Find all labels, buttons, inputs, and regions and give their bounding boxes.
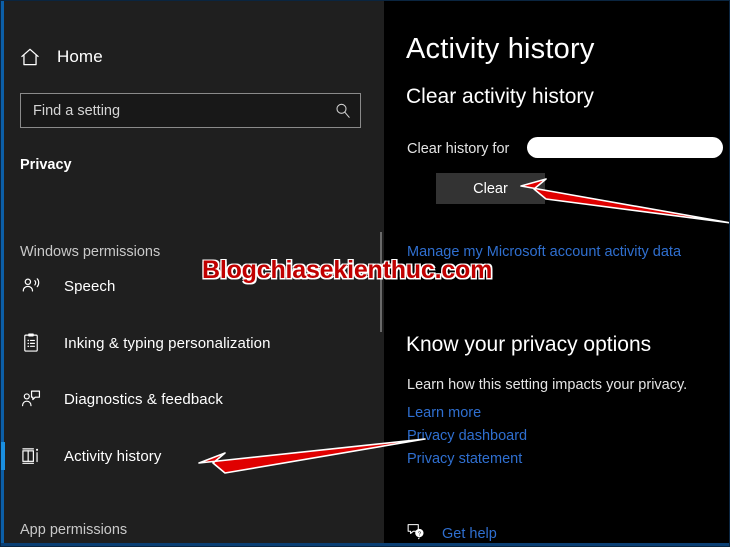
sidebar-item-label: Activity history <box>64 447 162 465</box>
clipboard-icon <box>20 332 46 354</box>
sidebar-group-windows-permissions: Windows permissions <box>20 244 161 260</box>
home-icon <box>19 46 41 68</box>
sidebar-item-home[interactable]: Home <box>19 41 103 73</box>
clear-history-for-label: Clear history for <box>407 141 510 157</box>
sidebar-item-inking-typing-personalization[interactable]: Inking & typing personalization <box>1 323 384 363</box>
sidebar-item-label: Diagnostics & feedback <box>64 390 223 408</box>
settings-window: Home Privacy Windows permissions <box>0 0 730 547</box>
search-box[interactable] <box>20 93 361 128</box>
get-help-row[interactable]: ? Get help <box>406 522 497 545</box>
person-feedback-icon <box>20 388 46 410</box>
know-your-privacy-options-heading: Know your privacy options <box>406 333 652 356</box>
get-help-label[interactable]: Get help <box>442 526 497 542</box>
clear-button[interactable]: Clear <box>436 173 545 204</box>
sidebar-item-label: Inking & typing personalization <box>64 334 271 352</box>
help-chat-icon: ? <box>406 522 426 545</box>
activity-history-icon <box>20 445 46 467</box>
main-content: Activity history Clear activity history … <box>384 1 729 546</box>
sidebar-scrollbar-thumb[interactable] <box>380 232 382 332</box>
clear-activity-history-heading: Clear activity history <box>406 85 594 108</box>
sidebar-item-speech[interactable]: Speech <box>1 266 384 306</box>
sidebar-group-app-permissions: App permissions <box>20 522 128 538</box>
privacy-options-description: Learn how this setting impacts your priv… <box>407 377 688 393</box>
search-input[interactable] <box>21 102 326 119</box>
page-title: Activity history <box>406 33 595 65</box>
search-icon[interactable] <box>326 94 360 127</box>
speech-person-icon <box>20 275 46 297</box>
sidebar-home-label: Home <box>57 47 103 66</box>
sidebar-item-diagnostics-feedback[interactable]: Diagnostics & feedback <box>1 379 384 419</box>
privacy-statement-link[interactable]: Privacy statement <box>407 451 522 467</box>
sidebar-item-activity-history[interactable]: Activity history <box>1 436 384 476</box>
manage-microsoft-account-activity-data-link[interactable]: Manage my Microsoft account activity dat… <box>407 244 681 260</box>
sidebar-category-title: Privacy <box>20 157 72 173</box>
learn-more-link[interactable]: Learn more <box>407 405 481 421</box>
window-bottom-border <box>1 543 729 546</box>
privacy-dashboard-link[interactable]: Privacy dashboard <box>407 428 527 444</box>
sidebar: Home Privacy Windows permissions <box>1 1 384 546</box>
sidebar-item-label: Speech <box>64 277 116 295</box>
